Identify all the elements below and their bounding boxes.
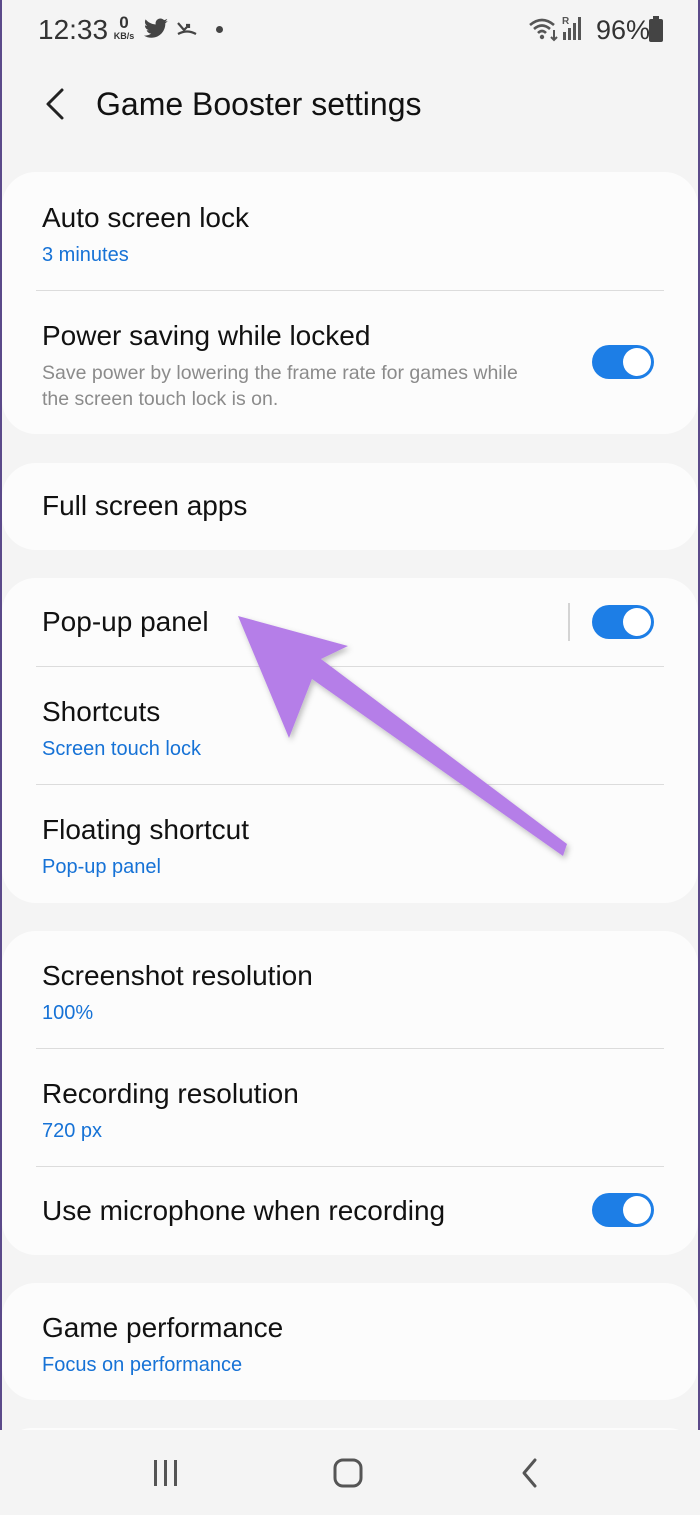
recent-apps-icon[interactable]	[136, 1452, 196, 1496]
toggle-knob	[623, 1196, 651, 1224]
shortcuts-value: Screen touch lock	[42, 738, 201, 760]
back-arrow-icon[interactable]	[36, 84, 76, 124]
floating-shortcut-value: Pop-up panel	[42, 856, 161, 878]
back-icon[interactable]	[500, 1452, 560, 1496]
wifi-icon	[529, 18, 558, 42]
microphone-item[interactable]: Use microphone when recording	[42, 1195, 558, 1227]
toggle-separator	[568, 603, 570, 641]
screenshot-resolution-item[interactable]: Screenshot resolution 100%	[42, 960, 654, 1025]
popup-panel-item[interactable]: Pop-up panel	[42, 606, 558, 638]
recording-resolution-value: 720 px	[42, 1120, 103, 1142]
divider	[36, 784, 664, 785]
power-saving-toggle[interactable]	[592, 345, 654, 379]
status-bar: 12:33 0 KB/s R 96%	[0, 0, 700, 60]
recording-resolution-title: Recording resolution	[42, 1078, 299, 1109]
floating-shortcut-title: Floating shortcut	[42, 814, 249, 845]
missed-call-icon	[177, 22, 197, 35]
screenshot-resolution-value: 100%	[42, 1002, 94, 1024]
divider	[36, 666, 664, 667]
microphone-toggle[interactable]	[592, 1193, 654, 1227]
auto-screen-lock-title: Auto screen lock	[42, 202, 249, 233]
power-saving-item[interactable]: Power saving while locked Save power by …	[42, 320, 654, 412]
toggle-knob	[623, 608, 651, 636]
power-saving-title: Power saving while locked	[42, 320, 371, 351]
home-icon[interactable]	[318, 1452, 378, 1496]
page-title: Game Booster settings	[96, 86, 422, 122]
network-speed-unit: KB/s	[113, 31, 135, 41]
settings-card-recording: Screenshot resolution 100% Recording res…	[2, 931, 698, 1255]
floating-shortcut-item[interactable]: Floating shortcut Pop-up panel	[42, 814, 654, 879]
divider	[36, 1166, 664, 1167]
power-saving-description: Save power by lowering the frame rate fo…	[42, 362, 518, 410]
auto-screen-lock-item[interactable]: Auto screen lock 3 minutes	[42, 202, 654, 267]
game-performance-title: Game performance	[42, 1312, 284, 1343]
network-speed-value: 0	[119, 13, 129, 32]
dot-icon	[216, 26, 223, 33]
shortcuts-title: Shortcuts	[42, 696, 161, 727]
navigation-bar	[0, 1430, 700, 1515]
settings-card-fullscreen: Full screen apps	[2, 463, 698, 550]
network-speed: 0 KB/s	[110, 14, 138, 41]
game-performance-value: Focus on performance	[42, 1354, 243, 1376]
popup-panel-title: Pop-up panel	[42, 606, 209, 637]
settings-card-popup: Pop-up panel Shortcuts Screen touch lock…	[2, 578, 698, 903]
svg-text:R: R	[562, 16, 570, 27]
microphone-title: Use microphone when recording	[42, 1195, 446, 1226]
signal-icon: R	[562, 16, 581, 40]
settings-card-lock: Auto screen lock 3 minutes Power saving …	[2, 172, 698, 434]
twitter-icon	[143, 18, 168, 38]
popup-panel-toggle[interactable]	[592, 605, 654, 639]
app-header: Game Booster settings	[0, 70, 700, 140]
shortcuts-item[interactable]: Shortcuts Screen touch lock	[42, 696, 654, 761]
divider	[36, 290, 664, 291]
settings-card-performance: Game performance Focus on performance	[2, 1283, 698, 1400]
game-performance-item[interactable]: Game performance Focus on performance	[42, 1312, 654, 1377]
toggle-knob	[623, 348, 651, 376]
auto-screen-lock-value: 3 minutes	[42, 244, 129, 266]
screenshot-resolution-title: Screenshot resolution	[42, 960, 313, 991]
full-screen-apps-title: Full screen apps	[42, 490, 248, 521]
recording-resolution-item[interactable]: Recording resolution 720 px	[42, 1078, 654, 1143]
divider	[36, 1048, 664, 1049]
status-time: 12:33	[38, 14, 109, 45]
battery-percent: 96%	[596, 15, 651, 45]
full-screen-apps-item[interactable]: Full screen apps	[42, 490, 654, 522]
battery-icon	[649, 16, 663, 42]
